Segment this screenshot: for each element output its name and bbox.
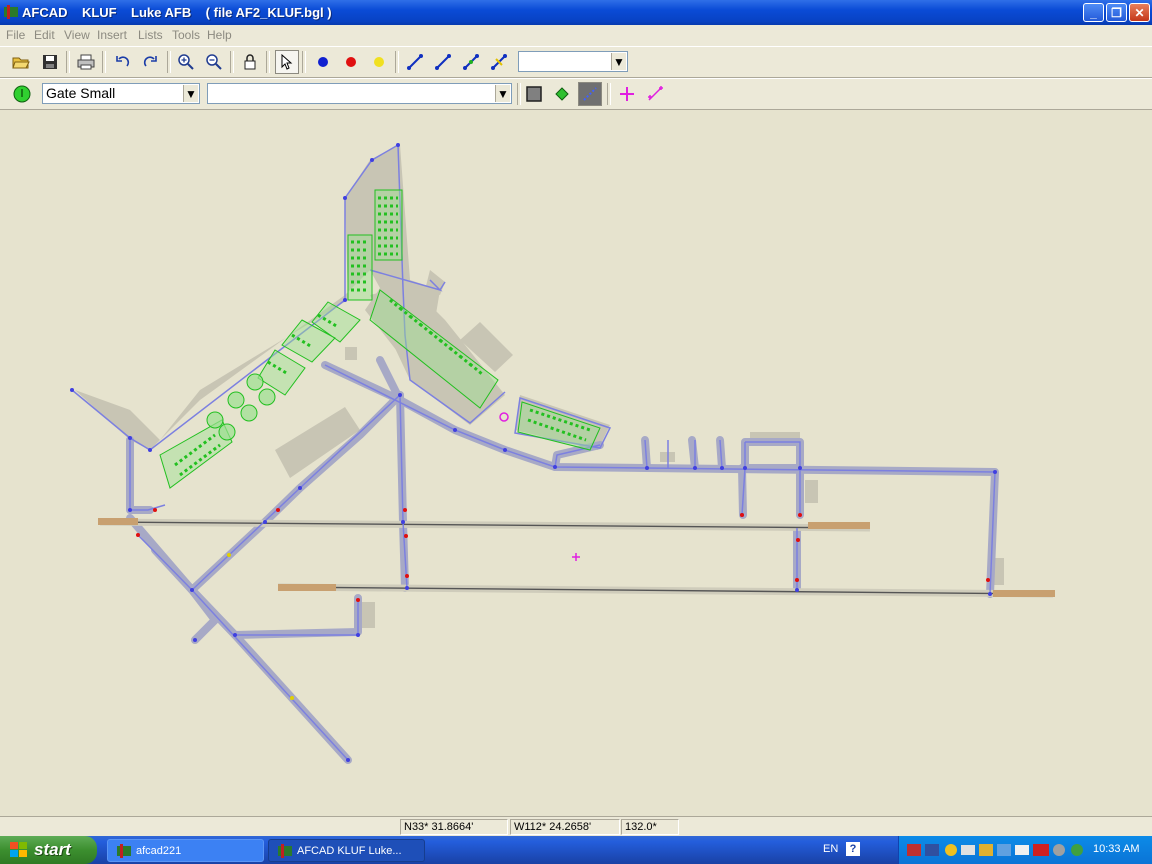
- select-button[interactable]: [275, 50, 299, 74]
- print-icon: [77, 54, 95, 70]
- apron-square-icon: [526, 86, 542, 102]
- menu-tools[interactable]: Tools: [172, 28, 200, 42]
- parking-type-value: Gate Small: [46, 85, 116, 101]
- restore-button[interactable]: ❐: [1106, 3, 1127, 22]
- parking-spots: [159, 189, 601, 489]
- close-button[interactable]: ✕: [1129, 3, 1150, 22]
- airport-layout: [70, 143, 1055, 764]
- blue-node-icon: [318, 57, 328, 67]
- task-label: AFCAD KLUF Luke...: [297, 845, 402, 857]
- chevron-down-icon[interactable]: ▼: [611, 53, 626, 70]
- menu-view[interactable]: View: [64, 28, 90, 42]
- language-indicator[interactable]: EN: [823, 843, 838, 855]
- path-tool-3-icon: [463, 54, 479, 70]
- afcad-app-icon: [278, 844, 292, 858]
- parking-mode-button[interactable]: [10, 82, 34, 106]
- tray-icons[interactable]: [907, 842, 1087, 858]
- latitude-readout: N33* 31.8664': [400, 819, 508, 835]
- path-tool-4-button[interactable]: [487, 50, 511, 74]
- select-arrow-icon: [281, 54, 293, 70]
- task-label: afcad221: [136, 845, 182, 857]
- minimize-button[interactable]: _: [1083, 3, 1104, 22]
- airport-map-canvas[interactable]: [0, 110, 1152, 816]
- menu-file[interactable]: File: [6, 28, 25, 42]
- status-bar: N33* 31.8664' W112* 24.2658' 132.0*: [0, 816, 1152, 837]
- path-tool-4-icon: [491, 54, 507, 70]
- menu-insert[interactable]: Insert: [97, 28, 127, 42]
- heading-readout: 132.0*: [621, 819, 679, 835]
- magenta-cross-icon: [620, 87, 634, 101]
- add-marker-button[interactable]: [615, 82, 639, 106]
- parking-type-select[interactable]: Gate Small ▼: [42, 83, 200, 104]
- apron-tool-button[interactable]: [522, 82, 546, 106]
- path-tool-3-button[interactable]: [459, 50, 483, 74]
- windows-logo-icon: [10, 842, 27, 857]
- lock-icon: [244, 54, 256, 70]
- zoom-out-button[interactable]: [202, 50, 226, 74]
- main-toolbar: ▼: [0, 46, 1152, 78]
- task-afcad-window[interactable]: AFCAD KLUF Luke...: [268, 839, 425, 862]
- add-red-node-button[interactable]: [339, 50, 363, 74]
- redo-icon: [143, 56, 157, 67]
- start-button[interactable]: start: [0, 836, 97, 864]
- undo-button[interactable]: [110, 50, 134, 74]
- chevron-down-icon[interactable]: ▼: [495, 85, 510, 102]
- zoom-in-icon: [178, 54, 194, 70]
- afcad-app-icon: [117, 844, 131, 858]
- second-select[interactable]: ▼: [207, 83, 512, 104]
- add-yellow-node-button[interactable]: [367, 50, 391, 74]
- red-node-icon: [346, 57, 356, 67]
- green-diamond-icon: [555, 87, 569, 101]
- system-tray: 10:33 AM: [898, 836, 1152, 864]
- taskbar: start afcad221 AFCAD KLUF Luke... EN ? 1…: [0, 836, 1152, 864]
- longitude-readout: W112* 24.2658': [510, 819, 620, 835]
- clock: 10:33 AM: [1093, 843, 1140, 855]
- title-bar: AFCAD KLUF Luke AFB ( file AF2_KLUF.bgl …: [0, 0, 1152, 25]
- path-tool-1-button[interactable]: [403, 50, 427, 74]
- save-button[interactable]: [38, 50, 62, 74]
- save-icon: [43, 55, 57, 69]
- apron-areas: [75, 145, 1004, 628]
- magenta-line-icon: [648, 86, 663, 101]
- yellow-node-icon: [374, 57, 384, 67]
- open-icon: [12, 57, 30, 69]
- vertex-tool-button[interactable]: [550, 82, 574, 106]
- help-icon[interactable]: ?: [846, 842, 860, 856]
- toolbar-combo[interactable]: ▼: [518, 51, 628, 72]
- chevron-down-icon[interactable]: ▼: [183, 85, 198, 102]
- start-label: start: [34, 840, 71, 859]
- open-button[interactable]: [9, 50, 33, 74]
- menu-lists[interactable]: Lists: [138, 28, 163, 42]
- window-title: AFCAD KLUF Luke AFB ( file AF2_KLUF.bgl …: [22, 5, 332, 20]
- add-blue-node-button[interactable]: [311, 50, 335, 74]
- menu-bar: File Edit View Insert Lists Tools Help: [0, 25, 1152, 45]
- menu-edit[interactable]: Edit: [34, 28, 55, 42]
- menu-help[interactable]: Help: [207, 28, 232, 42]
- zoom-out-icon: [206, 54, 222, 70]
- undo-icon: [116, 56, 130, 67]
- yellow-markers: [227, 553, 294, 700]
- path-tool-1-icon: [407, 54, 423, 70]
- edge-tool-button[interactable]: [578, 82, 602, 106]
- task-afcad221[interactable]: afcad221: [107, 839, 264, 862]
- path-tool-2-icon: [435, 54, 451, 70]
- afcad-app-icon: [4, 5, 18, 19]
- add-line-marker-button[interactable]: [643, 82, 667, 106]
- lock-button[interactable]: [238, 50, 262, 74]
- redo-button[interactable]: [139, 50, 163, 74]
- parking-toolbar: Gate Small ▼ ▼: [0, 78, 1152, 110]
- parking-circle-icon: [13, 85, 31, 103]
- zoom-in-button[interactable]: [174, 50, 198, 74]
- print-button[interactable]: [74, 50, 98, 74]
- path-tool-2-button[interactable]: [431, 50, 455, 74]
- edge-line-icon: [583, 87, 597, 101]
